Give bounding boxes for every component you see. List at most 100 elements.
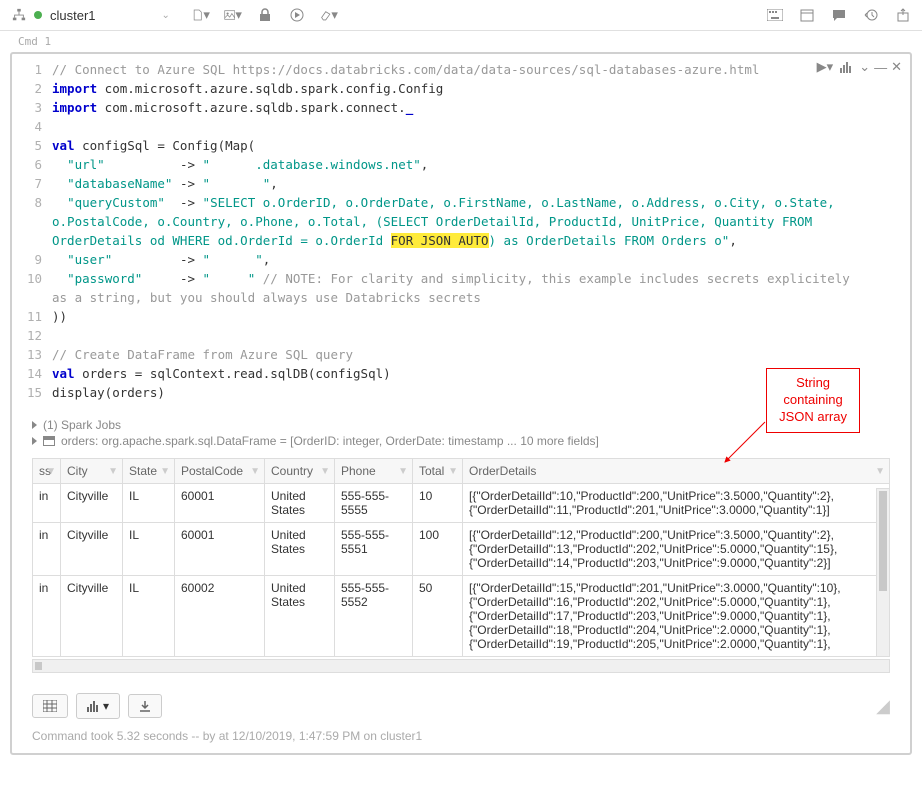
expand-icon [32,421,37,429]
export-icon[interactable] [894,6,912,24]
code-line[interactable]: "url" -> " .database.windows.net", [52,155,870,174]
table-cell: 555-555-5555 [335,484,413,523]
sort-icon: ▼ [398,466,408,477]
toolbar-icons-right [766,6,912,24]
vertical-scrollbar[interactable] [876,488,890,657]
keyboard-icon[interactable] [766,6,784,24]
table-cell: 60002 [175,576,265,657]
cluster-status-dot [34,11,42,19]
image-icon[interactable]: ▾ [224,6,242,24]
table-cell: 60001 [175,484,265,523]
code-editor[interactable]: 123456789101112131415 // Connect to Azur… [12,54,910,408]
code-line[interactable]: // Create DataFrame from Azure SQL query [52,345,870,364]
line-number-gutter: 123456789101112131415 [12,60,52,402]
history-icon[interactable] [862,6,880,24]
line-number: 5 [12,136,42,155]
column-header[interactable]: OrderDetails▼ [463,459,890,484]
results-table: ss▼City▼State▼PostalCode▼Country▼Phone▼T… [32,458,890,657]
code-line[interactable]: val configSql = Config(Map( [52,136,870,155]
download-button[interactable] [128,694,162,718]
cell-action-bar: ▶▾ ⌄ — ✕ [817,58,902,76]
table-cell: 555-555-5552 [335,576,413,657]
cluster-selector[interactable]: cluster1 ⌄ [10,6,170,24]
line-number: 8 [12,193,42,250]
table-cell: 555-555-5551 [335,523,413,576]
cluster-name-label: cluster1 [50,8,156,23]
execution-footer: Command took 5.32 seconds -- by at 12/10… [12,725,910,753]
table-cell: United States [265,523,335,576]
column-header[interactable]: Phone▼ [335,459,413,484]
table-cell: in [33,523,61,576]
code-line[interactable]: // Connect to Azure SQL https://docs.dat… [52,60,870,79]
column-header[interactable]: City▼ [61,459,123,484]
run-cell-icon[interactable]: ▶▾ [817,59,834,75]
annotation-arrow [720,420,770,465]
line-number: 4 [12,117,42,136]
line-number: 3 [12,98,42,117]
chart-view-button[interactable]: ▾ [76,693,120,719]
table-cell: United States [265,484,335,523]
code-line[interactable]: "password" -> " " // NOTE: For clarity a… [52,269,870,307]
sort-icon: ▼ [320,466,330,477]
resize-handle-icon[interactable]: ◢ [876,696,890,717]
schema-label: orders: org.apache.spark.sql.DataFrame =… [61,434,599,448]
eraser-icon[interactable]: ▾ [320,6,338,24]
annotation-callout: StringcontainingJSON array [766,368,860,433]
code-line[interactable] [52,117,870,136]
code-line[interactable]: val orders = sqlContext.read.sqlDB(confi… [52,364,870,383]
sort-icon: ▼ [448,466,458,477]
code-line[interactable]: "user" -> " ", [52,250,870,269]
notebook-toolbar: cluster1 ⌄ ▾ ▾ ▾ [0,0,922,31]
minimize-icon[interactable]: — [874,60,887,75]
code-line[interactable]: "queryCustom" -> "SELECT o.OrderID, o.Or… [52,193,870,250]
table-cell: [{"OrderDetailId":15,"ProductId":201,"Un… [463,576,890,657]
sort-icon: ▼ [875,466,885,477]
horizontal-scrollbar[interactable] [32,659,890,673]
table-cell: in [33,484,61,523]
collapse-icon[interactable]: ⌄ [859,59,870,75]
table-cell: IL [123,484,175,523]
column-header[interactable]: Country▼ [265,459,335,484]
line-number: 13 [12,345,42,364]
table-cell: Cityville [61,523,123,576]
code-line[interactable]: import com.microsoft.azure.sqldb.spark.c… [52,98,870,117]
table-cell: 100 [413,523,463,576]
lock-icon[interactable] [256,6,274,24]
results-wrapper: StringcontainingJSON array ss▼City▼State… [32,458,890,673]
column-header[interactable]: State▼ [123,459,175,484]
table-row: inCityvilleIL60002United States555-555-5… [33,576,890,657]
line-number: 14 [12,364,42,383]
comment-icon[interactable] [830,6,848,24]
calendar-icon[interactable] [798,6,816,24]
line-number: 10 [12,269,42,307]
line-number: 7 [12,174,42,193]
table-cell: Cityville [61,484,123,523]
result-toolbar: ▾ ◢ [12,683,910,725]
code-line[interactable]: display(orders) [52,383,870,402]
code-line[interactable]: import com.microsoft.azure.sqldb.spark.c… [52,79,870,98]
close-cell-icon[interactable]: ✕ [891,59,902,75]
play-icon[interactable] [288,6,306,24]
table-cell: in [33,576,61,657]
line-number: 2 [12,79,42,98]
code-line[interactable]: )) [52,307,870,326]
column-header[interactable]: ss▼ [33,459,61,484]
table-view-button[interactable] [32,694,68,718]
sort-icon: ▼ [46,466,56,477]
sort-icon: ▼ [250,466,260,477]
column-header[interactable]: Total▼ [413,459,463,484]
toolbar-icons-left: ▾ ▾ ▾ [192,6,338,24]
table-cell: [{"OrderDetailId":12,"ProductId":200,"Un… [463,523,890,576]
column-header[interactable]: PostalCode▼ [175,459,265,484]
code-line[interactable] [52,326,870,345]
notebook-cell: ▶▾ ⌄ — ✕ 123456789101112131415 // Connec… [10,52,912,755]
chart-icon[interactable] [837,58,855,76]
code-content[interactable]: // Connect to Azure SQL https://docs.dat… [52,60,910,402]
line-number: 12 [12,326,42,345]
expand-icon [32,437,37,445]
table-cell: 50 [413,576,463,657]
table-row: inCityvilleIL60001United States555-555-5… [33,523,890,576]
code-line[interactable]: "databaseName" -> " ", [52,174,870,193]
file-icon[interactable]: ▾ [192,6,210,24]
sitemap-icon [10,6,28,24]
